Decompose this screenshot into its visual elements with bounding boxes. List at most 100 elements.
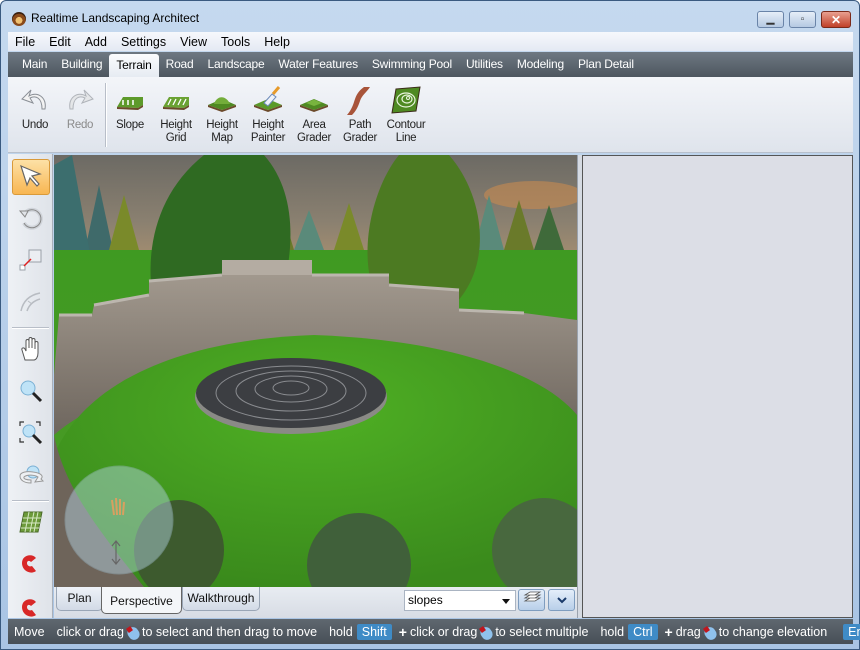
view-tab-bar: Plan Perspective Walkthrough slopes — [54, 587, 577, 618]
height-map-label: Height Map — [206, 119, 238, 144]
pan-tool-button[interactable] — [12, 332, 50, 368]
height-grid-icon — [160, 85, 192, 115]
undo-arrow-icon — [19, 85, 51, 115]
slope-button[interactable]: Slope — [107, 83, 153, 151]
tab-modeling[interactable]: Modeling — [510, 54, 571, 75]
hand-icon — [18, 336, 44, 365]
tab-swimming-pool[interactable]: Swimming Pool — [365, 54, 459, 75]
close-button[interactable]: ✕ — [821, 11, 851, 28]
mouse-left-click-icon — [126, 624, 140, 640]
path-grader-button[interactable]: Path Grader — [337, 83, 383, 151]
tab-building[interactable]: Building — [54, 54, 109, 75]
grid-icon — [18, 509, 44, 538]
arrow-pointer-icon — [18, 163, 44, 192]
chevron-down-icon — [502, 599, 510, 604]
tab-plan-detail[interactable]: Plan Detail — [571, 54, 641, 75]
ribbon-separator — [105, 83, 106, 147]
area-grader-button[interactable]: Area Grader — [291, 83, 337, 151]
redo-button[interactable]: Redo — [57, 83, 103, 151]
app-window: Realtime Landscaping Architect ▁ ▫ ✕ Fil… — [0, 0, 860, 650]
resize-icon — [18, 247, 44, 276]
tab-road[interactable]: Road — [159, 54, 201, 75]
status-hint-keyboard: Enter for keyboard — [833, 619, 860, 644]
circular-patio — [195, 358, 387, 434]
tab-water-features[interactable]: Water Features — [271, 54, 364, 75]
contour-line-button[interactable]: Contour Line — [383, 83, 429, 151]
path-grader-label: Path Grader — [343, 119, 377, 144]
app-logo-icon — [12, 12, 26, 26]
rotate-tool-button[interactable] — [12, 201, 50, 237]
mouse-left-click-icon — [703, 624, 717, 640]
properties-panel — [582, 155, 853, 618]
snap-tool-button[interactable] — [12, 547, 50, 583]
menu-edit[interactable]: Edit — [42, 35, 78, 49]
zoom-extents-button[interactable] — [12, 416, 50, 452]
grid-tool-button[interactable] — [12, 505, 50, 541]
redo-arrow-icon — [64, 85, 96, 115]
layers-icon — [522, 591, 542, 610]
status-bar: Move click or drag to select and then dr… — [8, 619, 860, 644]
maximize-icon: ▫ — [800, 14, 805, 25]
tab-main[interactable]: Main — [15, 54, 54, 75]
contour-line-label: Contour Line — [386, 119, 426, 144]
toolbar-separator — [12, 327, 49, 328]
orbit-icon — [17, 462, 45, 491]
resize-tool-button[interactable] — [12, 243, 50, 279]
zoom-extents-icon — [18, 420, 44, 449]
navigation-widget[interactable] — [64, 465, 174, 575]
title-bar: Realtime Landscaping Architect ▁ ▫ ✕ — [1, 1, 859, 32]
mouse-left-click-icon — [479, 624, 493, 640]
enter-key-badge: Enter — [843, 623, 860, 640]
menu-help[interactable]: Help — [257, 35, 297, 49]
slope-label: Slope — [116, 119, 144, 131]
slope-icon — [114, 85, 146, 115]
minimize-icon: ▁ — [766, 14, 775, 25]
height-painter-label: Height Painter — [250, 119, 286, 144]
menu-bar: File Edit Add Settings View Tools Help — [8, 32, 853, 51]
height-painter-button[interactable]: Height Painter — [245, 83, 291, 151]
magnifier-icon — [18, 378, 44, 407]
area-grader-label: Area Grader — [297, 119, 331, 144]
tab-terrain[interactable]: Terrain — [109, 54, 159, 77]
path-grader-icon — [344, 85, 376, 115]
undo-button[interactable]: Undo — [12, 83, 58, 151]
status-mode: Move — [14, 624, 45, 639]
height-map-button[interactable]: Height Map — [199, 83, 245, 151]
menu-tools[interactable]: Tools — [214, 35, 257, 49]
rotate-icon — [18, 205, 44, 234]
terrain-ribbon: Undo Redo Slope Height Grid Height Map H… — [8, 77, 853, 153]
status-hint-multiple: hold Shift + click or drag to select mul… — [329, 623, 589, 640]
menu-add[interactable]: Add — [78, 35, 114, 49]
height-grid-button[interactable]: Height Grid — [153, 83, 199, 151]
arc-tool-button[interactable] — [12, 285, 50, 321]
shift-key-badge: Shift — [356, 623, 392, 640]
height-map-icon — [206, 85, 238, 115]
3d-viewport[interactable] — [54, 155, 577, 587]
left-toolbar — [8, 154, 53, 618]
arc-icon — [18, 289, 44, 318]
layer-dropdown[interactable]: slopes — [404, 590, 516, 611]
tab-perspective[interactable]: Perspective — [101, 587, 182, 614]
magnet-icon — [18, 551, 44, 580]
layers-button[interactable] — [518, 589, 545, 611]
orbit-tool-button[interactable] — [12, 458, 50, 494]
tab-walkthrough[interactable]: Walkthrough — [182, 587, 260, 611]
contour-line-icon — [390, 85, 422, 115]
height-grid-label: Height Grid — [160, 119, 192, 144]
menu-view[interactable]: View — [173, 35, 214, 49]
status-hint-elevation: hold Ctrl + drag to change elevation — [600, 623, 828, 640]
menu-file[interactable]: File — [8, 35, 42, 49]
toolbar-separator — [12, 500, 49, 501]
zoom-tool-button[interactable] — [12, 374, 50, 410]
area-grader-icon — [298, 85, 330, 115]
menu-settings[interactable]: Settings — [114, 35, 173, 49]
tab-plan[interactable]: Plan — [56, 587, 103, 611]
chevron-down-icon — [556, 593, 567, 607]
view-options-button[interactable] — [548, 589, 575, 611]
minimize-button[interactable]: ▁ — [757, 11, 784, 28]
select-tool-button[interactable] — [12, 159, 50, 195]
perspective-scene — [54, 155, 577, 587]
maximize-button[interactable]: ▫ — [789, 11, 816, 28]
tab-utilities[interactable]: Utilities — [459, 54, 510, 75]
tab-landscape[interactable]: Landscape — [201, 54, 272, 75]
